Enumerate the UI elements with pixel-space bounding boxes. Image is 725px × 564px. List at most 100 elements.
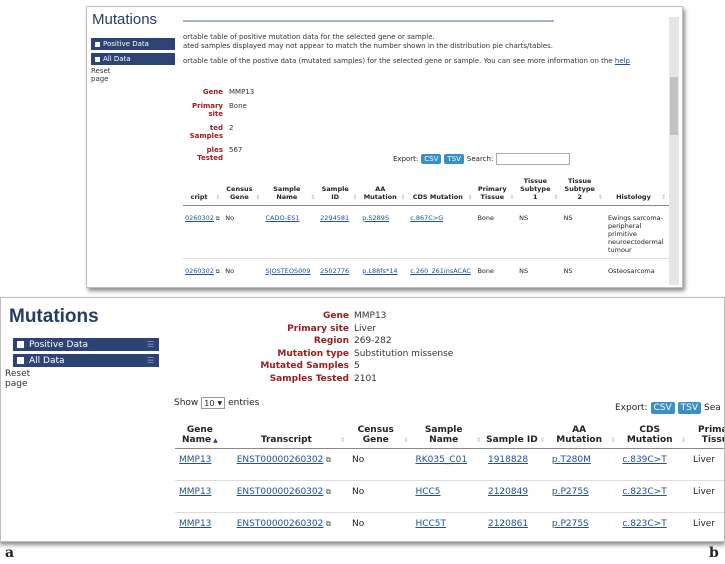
cell-link[interactable]: ENST00000260302 [237,455,324,465]
cell-link[interactable]: c.867C>G [410,214,443,222]
table-cell: MMP13 [175,480,233,512]
nav-all-data[interactable]: All Data ☰ [13,354,159,367]
field-value: 269-282 [354,336,392,346]
export-csv-button[interactable]: CSV [650,402,675,414]
table-header-row: Gene Name ▲ Transcript ⇕ Census Gene ⇕ Sample … [175,416,724,449]
column-header[interactable]: AA Mutation ⇕ [360,169,409,206]
column-header[interactable]: Transcript ⇕ [232,416,348,449]
column-header[interactable]: Primary Tissue⇕ [475,169,518,206]
column-header[interactable]: Census Gene ⇕ [223,169,264,206]
nav-positive-data[interactable]: Positive Data ☰ [13,338,159,351]
cell-link[interactable]: ENST00000260302 [237,519,324,529]
column-header-label: Histology [616,192,651,201]
scrollbar-thumb[interactable] [670,77,678,135]
table-cell: Bone [475,258,517,287]
column-header[interactable]: Sample Name ⇕ [263,169,319,206]
cell-link[interactable]: 2502776 [320,267,349,275]
scrollbar[interactable] [669,17,679,285]
cell-link[interactable]: p.L88fs*14 [362,267,397,275]
external-link-icon[interactable]: ⧉ [323,487,331,496]
page-length-select[interactable]: 10 ▼ [201,397,226,409]
column-header[interactable]: CDS Mutation ⇕ [618,416,689,449]
table-cell: c.823C>T [618,480,689,512]
external-link-icon[interactable]: ⧉ [214,216,220,222]
column-header-label: CDS Mutation [412,192,463,201]
cell-link[interactable]: MMP13 [179,519,211,529]
cell-link[interactable]: 0260302 [185,267,214,275]
cell-link[interactable]: HCC5 [415,487,440,497]
cell-link[interactable]: HCC5T [415,519,446,529]
cell-link[interactable]: c.823C>T [622,519,666,529]
nav-positive-data[interactable]: Positive Data [91,38,175,50]
cell-text: Osteosarcoma [607,266,655,275]
table-cell: c.823C>T [618,512,689,541]
external-link-icon[interactable]: ⧉ [323,519,331,528]
column-header[interactable]: Sample Name ⇕ [411,416,484,449]
cell-link[interactable]: ENST00000260302 [237,487,324,497]
column-header[interactable]: AA Mutation ⇕ [547,416,619,449]
table-cell: c.867C>G [408,205,475,258]
external-link-icon[interactable]: ⧉ [214,269,220,275]
cell-link[interactable]: 0260302 [185,214,214,222]
export-tsv-button[interactable]: TSV [444,154,464,164]
cell-link[interactable]: p.P275S [552,519,589,529]
cell-link[interactable]: p.P275S [552,487,589,497]
table-cell: Liver [689,448,724,480]
table-cell: c.260_261insACAC [408,258,475,287]
column-header[interactable]: Sample ID ⇕ [483,416,548,449]
cell-link[interactable]: RK035_C01 [415,455,467,465]
column-header[interactable]: Gene Name ▲ [175,416,233,449]
cell-link[interactable]: MMP13 [179,487,211,497]
column-header[interactable]: Tissue Subtype 1 ⇕ [517,169,562,206]
column-header-label: Primary Tissue [698,424,724,445]
column-header-label: Sample ID [486,434,538,445]
column-header[interactable]: Census Gene ⇕ [347,416,412,449]
export-csv-button[interactable]: CSV [421,154,442,164]
cell-text: Liver [692,486,716,497]
cell-link[interactable]: c.260_261insACAC [410,267,471,275]
table-row: MMP13 ENST00000260302 ⧉ No RK035_C01 1918828… [175,448,724,480]
sort-icon: ⇕ [352,193,358,201]
table-cell: ENST00000260302 ⧉ [233,448,348,480]
cell-link[interactable]: c.823C>T [622,487,666,497]
column-header[interactable]: cript ⇕ [183,169,224,206]
sort-icon: ⇕ [475,436,481,444]
cell-link[interactable]: p.T280M [552,455,591,465]
column-header-label: Primary Tissue [477,184,507,201]
cell-link[interactable]: SJOSTEOS009 [266,267,311,275]
search-input[interactable] [496,153,571,165]
table-cell: ENST00000260302 ⧉ [233,512,348,541]
column-header[interactable]: Sample ID ⇕ [318,169,361,206]
export-tsv-button[interactable]: TSV [677,402,702,414]
field-value: MMP13 [354,311,387,321]
cell-link[interactable]: 2120861 [488,519,528,529]
reset-page-link[interactable]: Reset page [5,369,30,389]
column-header[interactable]: Tissue Subtype 2 ⇕ [561,169,606,206]
cell-text: NS [563,266,573,275]
external-link-icon[interactable]: ⧉ [323,455,331,464]
cell-link[interactable]: 2120849 [488,487,528,497]
table-cell: 2294581 [318,205,360,258]
checkbox-icon [17,341,24,348]
table-row: 0260302 ⧉ No CADO-ES1 2294581 p.S289S c.867C>… [183,205,669,258]
column-header-label: Tissue Subtype 2 [564,176,595,201]
reset-page-link[interactable]: Reset page [91,67,111,83]
column-header[interactable]: Primary Tissue⇕ [688,416,724,449]
export-bar: Export: CSV TSV Search: [393,153,571,165]
sort-icon: ⇕ [597,193,603,201]
nav-all-data[interactable]: All Data [91,53,175,65]
cell-link[interactable]: MMP13 [179,455,211,465]
table-cell: MMP13 [175,448,233,480]
cell-link[interactable]: CADO-ES1 [266,214,300,222]
help-link[interactable]: help [615,57,630,65]
sort-icon: ⇕ [539,436,545,444]
mutations-table: Gene Name ▲ Transcript ⇕ Census Gene ⇕ Sample … [175,416,724,541]
column-header[interactable]: CDS Mutation ⇕ [408,169,476,206]
cell-link[interactable]: 1918828 [488,455,528,465]
cell-link[interactable]: p.S289S [362,214,389,222]
cell-link[interactable]: c.839C>T [622,455,666,465]
field-label: Mutation type [277,348,349,359]
figure-label-b: b [709,545,719,561]
cell-link[interactable]: 2294581 [320,214,349,222]
column-header[interactable]: Histology ⇕ [605,169,669,206]
